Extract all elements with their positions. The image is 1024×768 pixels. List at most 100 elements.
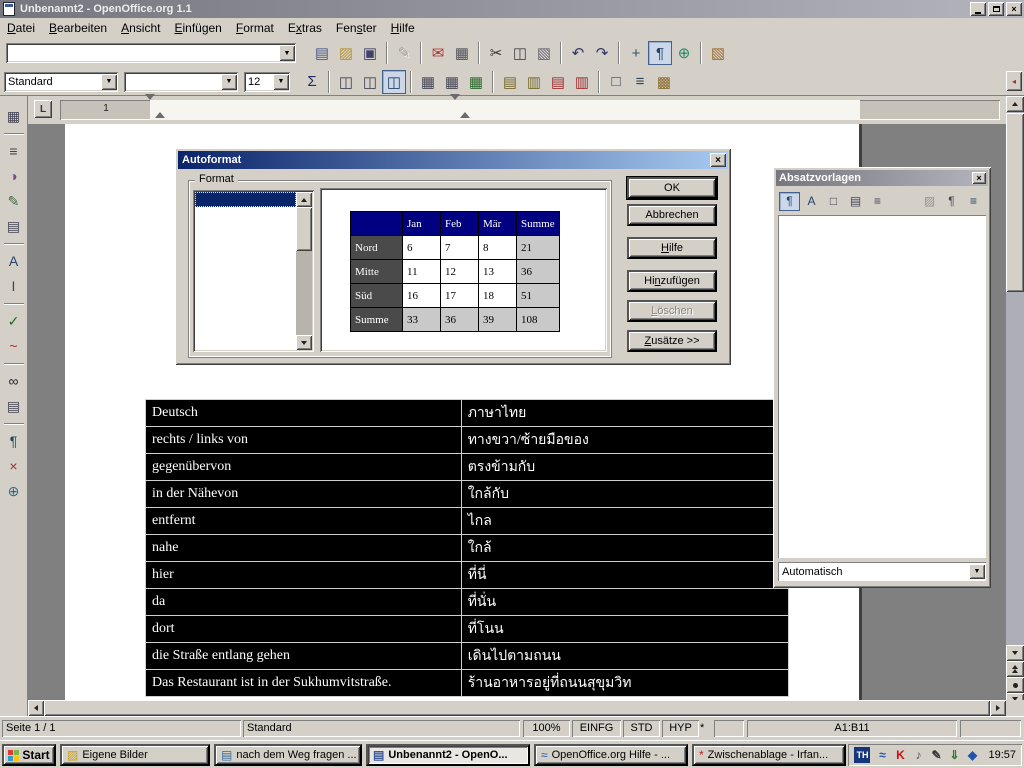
minimize-button[interactable] bbox=[970, 2, 986, 16]
tab-type-button[interactable]: L bbox=[34, 100, 52, 118]
table-autoformat-icon[interactable]: ▦ bbox=[464, 70, 488, 94]
paragraph-styles-icon[interactable]: ¶ bbox=[779, 192, 800, 211]
status-zoom[interactable]: 100% bbox=[523, 720, 570, 737]
delete-column-icon[interactable]: ▥ bbox=[570, 70, 594, 94]
style-list-item[interactable] bbox=[780, 441, 986, 454]
german-cell[interactable]: Deutsch bbox=[146, 400, 462, 427]
indent-marker[interactable] bbox=[450, 100, 460, 120]
german-cell[interactable]: entfernt bbox=[146, 508, 462, 535]
vertical-scroll-thumb[interactable] bbox=[1006, 113, 1024, 292]
quickstarter-tray-icon[interactable]: ≈ bbox=[874, 747, 890, 763]
style-list-item[interactable] bbox=[780, 336, 986, 349]
format-list-item[interactable] bbox=[195, 265, 296, 280]
insert-object-icon[interactable]: ◑ bbox=[2, 164, 26, 188]
autospellcheck-icon[interactable]: ~ bbox=[2, 334, 26, 358]
sum-icon[interactable]: Σ bbox=[300, 70, 324, 94]
status-insert-mode[interactable]: EINFG bbox=[572, 720, 621, 737]
format-list-item[interactable] bbox=[195, 309, 296, 324]
url-combobox[interactable]: ▼ bbox=[6, 43, 296, 63]
thai-cell[interactable]: ร้านอาหารอยู่ที่ถนนสุขุมวิท bbox=[461, 670, 788, 697]
delete-row-icon[interactable]: ▤ bbox=[546, 70, 570, 94]
online-layout-icon[interactable]: ⊕ bbox=[2, 479, 26, 503]
german-cell[interactable]: rechts / links von bbox=[146, 427, 462, 454]
thai-cell[interactable]: ที่นี่ bbox=[461, 562, 788, 589]
style-list-item[interactable] bbox=[780, 362, 986, 375]
edit-file-icon[interactable]: ✎ bbox=[392, 41, 416, 65]
autotext-icon[interactable]: A bbox=[2, 249, 26, 273]
horizontal-scrollbar[interactable] bbox=[28, 700, 1006, 716]
hinzufuegen-button[interactable]: Hinzufügen bbox=[627, 270, 717, 292]
chevron-down-icon[interactable]: ▼ bbox=[273, 74, 289, 90]
style-list-item[interactable] bbox=[780, 349, 986, 362]
abbrechen-button[interactable]: Abbrechen bbox=[627, 204, 717, 226]
insert-row-icon[interactable]: ▤ bbox=[498, 70, 522, 94]
page-styles-icon[interactable]: ▤ bbox=[845, 192, 866, 211]
thai-cell[interactable]: ใกล้ bbox=[461, 535, 788, 562]
ok-button[interactable]: OK bbox=[627, 177, 717, 199]
background-color-icon[interactable]: ▩ bbox=[652, 70, 676, 94]
borders-icon[interactable]: □ bbox=[604, 70, 628, 94]
vertical-scrollbar[interactable] bbox=[1006, 96, 1024, 716]
restore-button[interactable] bbox=[988, 2, 1004, 16]
menu-hilfe[interactable]: Hilfe bbox=[384, 19, 422, 37]
thai-cell[interactable]: ตรงข้ามกับ bbox=[461, 454, 788, 481]
style-list-item[interactable] bbox=[780, 415, 986, 428]
font-name-combobox[interactable]: ▼ bbox=[124, 72, 238, 92]
stylist-title-bar[interactable]: Absatzvorlagen × bbox=[776, 170, 988, 186]
task-impress[interactable]: ▤nach dem Weg fragen ... bbox=[214, 744, 362, 766]
split-cells-icon[interactable]: ◫ bbox=[358, 70, 382, 94]
navigation-button[interactable] bbox=[1006, 677, 1024, 693]
chevron-down-icon[interactable]: ▼ bbox=[279, 45, 295, 61]
format-list-item[interactable] bbox=[195, 250, 296, 265]
menu-datei[interactable]: Datei bbox=[0, 19, 42, 37]
style-list-item[interactable] bbox=[780, 296, 986, 309]
german-cell[interactable]: hier bbox=[146, 562, 462, 589]
task-eigene-bilder[interactable]: ▨Eigene Bilder bbox=[60, 744, 210, 766]
optimize-columns-icon[interactable]: ◫ bbox=[382, 70, 406, 94]
format-list-item[interactable] bbox=[195, 323, 296, 338]
volume-tray-icon[interactable]: ♪ bbox=[910, 747, 926, 763]
stylist-close-button[interactable]: × bbox=[972, 172, 986, 184]
chevron-down-icon[interactable]: ▼ bbox=[969, 564, 985, 579]
thai-cell[interactable]: ที่โนน bbox=[461, 616, 788, 643]
previous-page-button[interactable] bbox=[1006, 661, 1024, 677]
menu-ansicht[interactable]: Ansicht bbox=[114, 19, 167, 37]
paste-icon[interactable]: ▧ bbox=[532, 41, 556, 65]
format-list-item[interactable] bbox=[195, 338, 296, 350]
find-replace-icon[interactable]: ∞ bbox=[2, 369, 26, 393]
new-style-from-selection-icon[interactable]: ¶ bbox=[941, 192, 962, 211]
style-list-item[interactable] bbox=[780, 388, 986, 401]
antivirus-tray-icon[interactable]: K bbox=[892, 747, 908, 763]
task-help[interactable]: ≈OpenOffice.org Hilfe - ... bbox=[534, 744, 688, 766]
dialog-close-button[interactable]: × bbox=[710, 153, 726, 167]
imaging-tray-icon[interactable]: ◆ bbox=[964, 747, 980, 763]
insert-table-icon[interactable]: ▦ bbox=[2, 104, 26, 128]
stylist-icon[interactable]: ¶ bbox=[648, 41, 672, 65]
hilfe-button[interactable]: Hilfe bbox=[627, 237, 717, 259]
frame-styles-icon[interactable]: □ bbox=[823, 192, 844, 211]
style-list-item[interactable] bbox=[780, 257, 986, 270]
status-hyperlink-mode[interactable]: HYP bbox=[662, 720, 699, 737]
horizontal-scroll-thumb[interactable] bbox=[44, 700, 990, 716]
navigator-icon[interactable]: + bbox=[624, 41, 648, 65]
undo-icon[interactable]: ↶ bbox=[566, 41, 590, 65]
german-cell[interactable]: da bbox=[146, 589, 462, 616]
pen-tray-icon[interactable]: ✎ bbox=[928, 747, 944, 763]
open-icon[interactable]: ▨ bbox=[334, 41, 358, 65]
style-list-item[interactable] bbox=[780, 309, 986, 322]
task-writer[interactable]: ▤Unbenannt2 - OpenO... bbox=[366, 744, 530, 766]
task-irfanview[interactable]: *Zwischenablage - Irfan... bbox=[692, 744, 846, 766]
paragraph-style-combobox[interactable]: Standard ▼ bbox=[4, 72, 118, 92]
copy-icon[interactable]: ◫ bbox=[508, 41, 532, 65]
border-style-icon[interactable]: ≡ bbox=[628, 70, 652, 94]
style-filter-combobox[interactable]: Automatisch ▼ bbox=[778, 562, 986, 581]
start-button[interactable]: Start bbox=[2, 744, 56, 766]
new-document-icon[interactable]: ▤ bbox=[310, 41, 334, 65]
format-listbox[interactable] bbox=[193, 190, 314, 352]
menu-einfuegen[interactable]: Einfügen bbox=[167, 19, 228, 37]
format-list-item[interactable] bbox=[195, 236, 296, 251]
menu-format[interactable]: Format bbox=[229, 19, 281, 37]
language-indicator[interactable]: TH bbox=[854, 747, 870, 763]
style-list-item[interactable] bbox=[780, 402, 986, 415]
german-cell[interactable]: die Straße entlang gehen bbox=[146, 643, 462, 670]
